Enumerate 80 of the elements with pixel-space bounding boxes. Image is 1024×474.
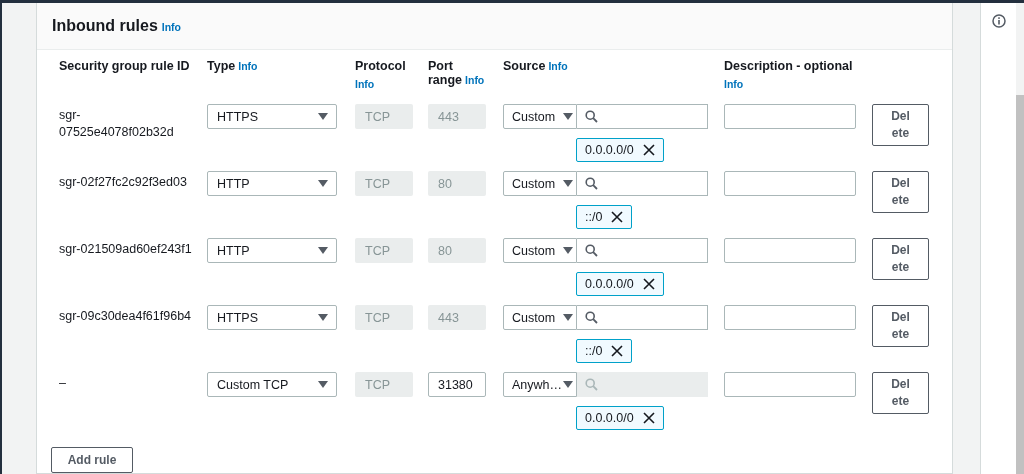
protocol-field: TCP [355, 372, 413, 397]
cidr-token: 0.0.0.0/0 [576, 406, 664, 430]
caret-icon [318, 180, 328, 187]
rule-id: sgr-021509ad60ef243f1 [59, 241, 193, 258]
description-field[interactable] [724, 171, 856, 196]
source-dropdown[interactable]: Anywh… [503, 372, 577, 397]
rule-id: sgr-02f27fc2c92f3ed03 [59, 174, 188, 191]
type-dropdown[interactable]: HTTPS [207, 104, 337, 129]
remove-icon[interactable] [642, 278, 655, 290]
protocol-field: TCP [355, 238, 413, 263]
info-link[interactable]: Info [548, 60, 568, 72]
caret-icon [563, 247, 573, 254]
caret-icon [318, 314, 328, 321]
delete-button[interactable]: Delete [872, 372, 929, 414]
delete-button[interactable]: Delete [872, 104, 929, 146]
description-field[interactable] [724, 104, 856, 129]
info-link[interactable]: Info [238, 60, 258, 72]
column-header: Type [207, 59, 236, 73]
column-header: Port range [428, 59, 463, 87]
caret-icon [563, 113, 573, 120]
rule-id: – [59, 375, 67, 392]
caret-icon [563, 180, 573, 187]
type-dropdown[interactable]: Custom TCP [207, 372, 337, 397]
delete-button[interactable]: Delete [872, 238, 929, 280]
cidr-token: 0.0.0.0/0 [576, 138, 664, 162]
info-link[interactable]: Info [724, 78, 744, 90]
cidr-token: ::/0 [576, 205, 633, 229]
caret-icon [318, 381, 328, 388]
protocol-field: TCP [355, 305, 413, 330]
cidr-token: ::/0 [576, 339, 633, 363]
search-field[interactable] [577, 305, 708, 330]
source-dropdown[interactable]: Custom [503, 305, 577, 330]
source-dropdown[interactable]: Custom [503, 104, 577, 129]
port-field: 443 [428, 104, 486, 129]
column-header: Security group rule ID [59, 59, 190, 73]
search-icon [585, 244, 598, 257]
caret-icon [318, 113, 328, 120]
delete-button[interactable]: Delete [872, 171, 929, 213]
port-field[interactable]: 31380 [428, 372, 486, 397]
port-field: 80 [428, 238, 486, 263]
info-icon[interactable] [991, 14, 1006, 28]
description-field[interactable] [724, 238, 856, 263]
remove-icon[interactable] [611, 345, 624, 357]
remove-icon[interactable] [642, 144, 655, 156]
remove-icon[interactable] [642, 412, 655, 424]
search-icon [585, 177, 598, 190]
panel-title: Inbound rules [52, 17, 158, 34]
protocol-field: TCP [355, 171, 413, 196]
info-link[interactable]: Info [465, 74, 485, 86]
caret-icon [563, 314, 573, 321]
cidr-token: 0.0.0.0/0 [576, 272, 664, 296]
type-dropdown[interactable]: HTTPS [207, 305, 337, 330]
search-icon [585, 110, 598, 123]
column-header: Description - optional [724, 59, 853, 73]
port-field: 443 [428, 305, 486, 330]
description-field[interactable] [724, 372, 856, 397]
search-field[interactable] [577, 238, 708, 263]
remove-icon[interactable] [611, 211, 624, 223]
port-field: 80 [428, 171, 486, 196]
caret-icon [318, 247, 328, 254]
type-dropdown[interactable]: HTTP [207, 171, 337, 196]
protocol-field: TCP [355, 104, 413, 129]
search-icon [585, 378, 598, 391]
add-rule-button[interactable]: Add rule [51, 447, 133, 473]
description-field[interactable] [724, 305, 856, 330]
caret-icon [563, 381, 573, 388]
type-dropdown[interactable]: HTTP [207, 238, 337, 263]
rule-id: sgr-07525e4078f02b32d [59, 107, 175, 141]
source-dropdown[interactable]: Custom [503, 238, 577, 263]
source-dropdown[interactable]: Custom [503, 171, 577, 196]
search-field[interactable] [577, 104, 708, 129]
delete-button[interactable]: Delete [872, 305, 929, 347]
column-header: Protocol [355, 59, 406, 73]
rule-id: sgr-09c30dea4f61f96b4 [59, 308, 193, 325]
info-link[interactable]: Info [355, 78, 375, 90]
search-icon [585, 311, 598, 324]
info-link[interactable]: Info [161, 21, 182, 33]
column-header: Source [503, 59, 546, 73]
search-field[interactable] [577, 171, 708, 196]
scrollbar-thumb[interactable] [1016, 95, 1024, 474]
